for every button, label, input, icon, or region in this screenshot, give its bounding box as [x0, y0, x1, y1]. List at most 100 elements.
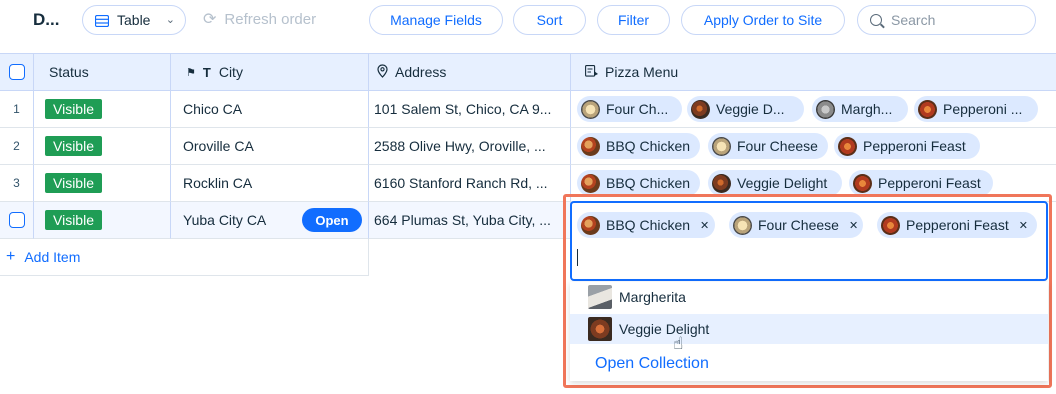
option-item[interactable]: Veggie Delight	[570, 314, 1048, 344]
pizza-tag-label: BBQ Chicken	[606, 217, 691, 233]
pizza-thumbnail	[816, 99, 835, 119]
pizza-tag-label: Pepperoni ...	[943, 101, 1023, 117]
address-cell[interactable]: 664 Plumas St, Yuba City, ...	[369, 202, 571, 239]
pizza-tag-label: BBQ Chicken	[606, 175, 691, 191]
column-header-label: Pizza Menu	[605, 64, 679, 80]
city-cell[interactable]: Rocklin CA	[171, 165, 369, 202]
row-number: 1	[0, 91, 34, 128]
pizza-tag-label: Four Ch...	[606, 101, 669, 117]
pizza-thumbnail	[581, 215, 600, 235]
column-header-label: Address	[395, 64, 447, 80]
location-pin-icon	[377, 63, 388, 81]
open-item-button[interactable]: Open	[302, 208, 362, 232]
select-all-cell	[0, 53, 34, 91]
selected-pizza-tag: Pepperoni Feast ✕	[877, 212, 1037, 238]
status-badge: Visible	[45, 99, 102, 119]
pizza-thumbnail	[588, 317, 612, 341]
column-header-status[interactable]: Status	[34, 53, 171, 91]
pizza-thumbnail	[712, 173, 731, 193]
chevron-down-icon: ⌄	[165, 14, 175, 26]
column-header-label: Status	[49, 64, 89, 80]
view-label: Table	[117, 12, 151, 28]
option-label: Margherita	[619, 289, 686, 305]
status-badge: Visible	[45, 173, 102, 193]
status-badge: Visible	[45, 210, 102, 230]
pizza-tag-label: BBQ Chicken	[606, 138, 691, 154]
address-cell[interactable]: 2588 Olive Hwy, Oroville, ...	[369, 128, 571, 165]
refresh-order-label: Refresh order	[224, 10, 317, 28]
select-all-checkbox[interactable]	[8, 64, 25, 80]
collection-title[interactable]: D...	[33, 10, 59, 30]
pizza-tag-label: Pepperoni Feast	[906, 217, 1009, 233]
plus-icon: +	[6, 248, 16, 265]
add-item-label: Add Item	[24, 249, 81, 265]
status-cell[interactable]: Visible	[34, 128, 171, 165]
option-item[interactable]: Margherita	[570, 282, 1048, 312]
pizza-tag: Veggie Delight	[708, 170, 842, 196]
pizza-tag: Pepperoni ...	[914, 96, 1038, 122]
remove-tag-icon[interactable]: ✕	[849, 219, 858, 232]
row-number: 3	[0, 165, 34, 202]
refresh-order-button[interactable]: ⟳ Refresh order	[203, 9, 316, 29]
pizza-thumbnail	[918, 99, 937, 119]
pizza-thumbnail	[881, 215, 900, 235]
pizza-tag-label: Four Cheese	[737, 138, 818, 154]
row-select-cell	[0, 202, 34, 239]
pizza-thumbnail	[581, 99, 600, 119]
option-label: Veggie Delight	[619, 321, 710, 337]
text-caret	[577, 249, 578, 266]
pizza-tag-label: Margh...	[841, 101, 893, 117]
reference-field-icon	[585, 64, 599, 80]
view-selector[interactable]: Table ⌄	[82, 5, 186, 35]
pizza-tag: Pepperoni Feast	[849, 170, 993, 196]
text-type-icon: T	[202, 64, 211, 80]
sort-button[interactable]: Sort	[513, 5, 586, 35]
pizza-thumbnail	[581, 173, 600, 193]
apply-order-button[interactable]: Apply Order to Site	[681, 5, 845, 35]
toolbar: D... Table ⌄ ⟳ Refresh order Manage Fiel…	[0, 0, 1056, 40]
selected-pizza-tag: BBQ Chicken ✕	[577, 212, 715, 238]
pizza-tag-label: Veggie D...	[716, 101, 785, 117]
open-collection-link[interactable]: Open Collection	[595, 355, 709, 373]
status-cell[interactable]: Visible	[34, 91, 171, 128]
manage-fields-button[interactable]: Manage Fields	[369, 5, 503, 35]
pizza-tag: Margh...	[812, 96, 908, 122]
remove-tag-icon[interactable]: ✕	[1019, 219, 1028, 232]
hand-cursor-icon: ☝	[673, 334, 684, 353]
pizza-tag-label: Pepperoni Feast	[878, 175, 981, 191]
flag-icon: ⚑	[186, 66, 196, 79]
pizza-tag: Four Ch...	[577, 96, 682, 122]
row-checkbox[interactable]	[8, 212, 25, 228]
pizza-thumbnail	[712, 136, 731, 156]
city-cell[interactable]: Oroville CA	[171, 128, 369, 165]
address-cell[interactable]: 101 Salem St, Chico, CA 9...	[369, 91, 571, 128]
add-item-button[interactable]: + Add Item	[0, 239, 369, 276]
pizza-tag: BBQ Chicken	[577, 170, 700, 196]
city-cell[interactable]: Chico CA	[171, 91, 369, 128]
filter-button[interactable]: Filter	[597, 5, 670, 35]
status-badge: Visible	[45, 136, 102, 156]
pizza-tag-label: Pepperoni Feast	[863, 138, 966, 154]
search-input[interactable]: Search	[857, 5, 1036, 35]
column-header-city[interactable]: ⚑ T City	[171, 53, 369, 91]
column-header-label: City	[218, 64, 243, 80]
column-header-pizza-menu[interactable]: Pizza Menu	[571, 53, 1056, 91]
pizza-tag: Veggie D...	[687, 96, 804, 122]
pizza-thumbnail	[691, 99, 710, 119]
address-cell[interactable]: 6160 Stanford Ranch Rd, ...	[369, 165, 571, 202]
pizza-thumbnail	[853, 173, 872, 193]
pizza-tag-label: Four Cheese	[758, 217, 839, 233]
search-icon	[870, 14, 882, 26]
pizza-tag: Pepperoni Feast	[834, 133, 980, 159]
search-placeholder: Search	[891, 12, 936, 28]
status-cell[interactable]: Visible	[34, 165, 171, 202]
selected-pizza-tag: Four Cheese ✕	[729, 212, 863, 238]
status-cell[interactable]: Visible	[34, 202, 171, 239]
pizza-thumbnail	[588, 285, 612, 309]
remove-tag-icon[interactable]: ✕	[700, 219, 709, 232]
pizza-thumbnail	[733, 215, 752, 235]
pizza-tag-label: Veggie Delight	[737, 175, 828, 191]
column-header-address[interactable]: Address	[369, 53, 571, 91]
refresh-icon: ⟳	[203, 11, 217, 28]
pizza-tag: Four Cheese	[708, 133, 828, 159]
